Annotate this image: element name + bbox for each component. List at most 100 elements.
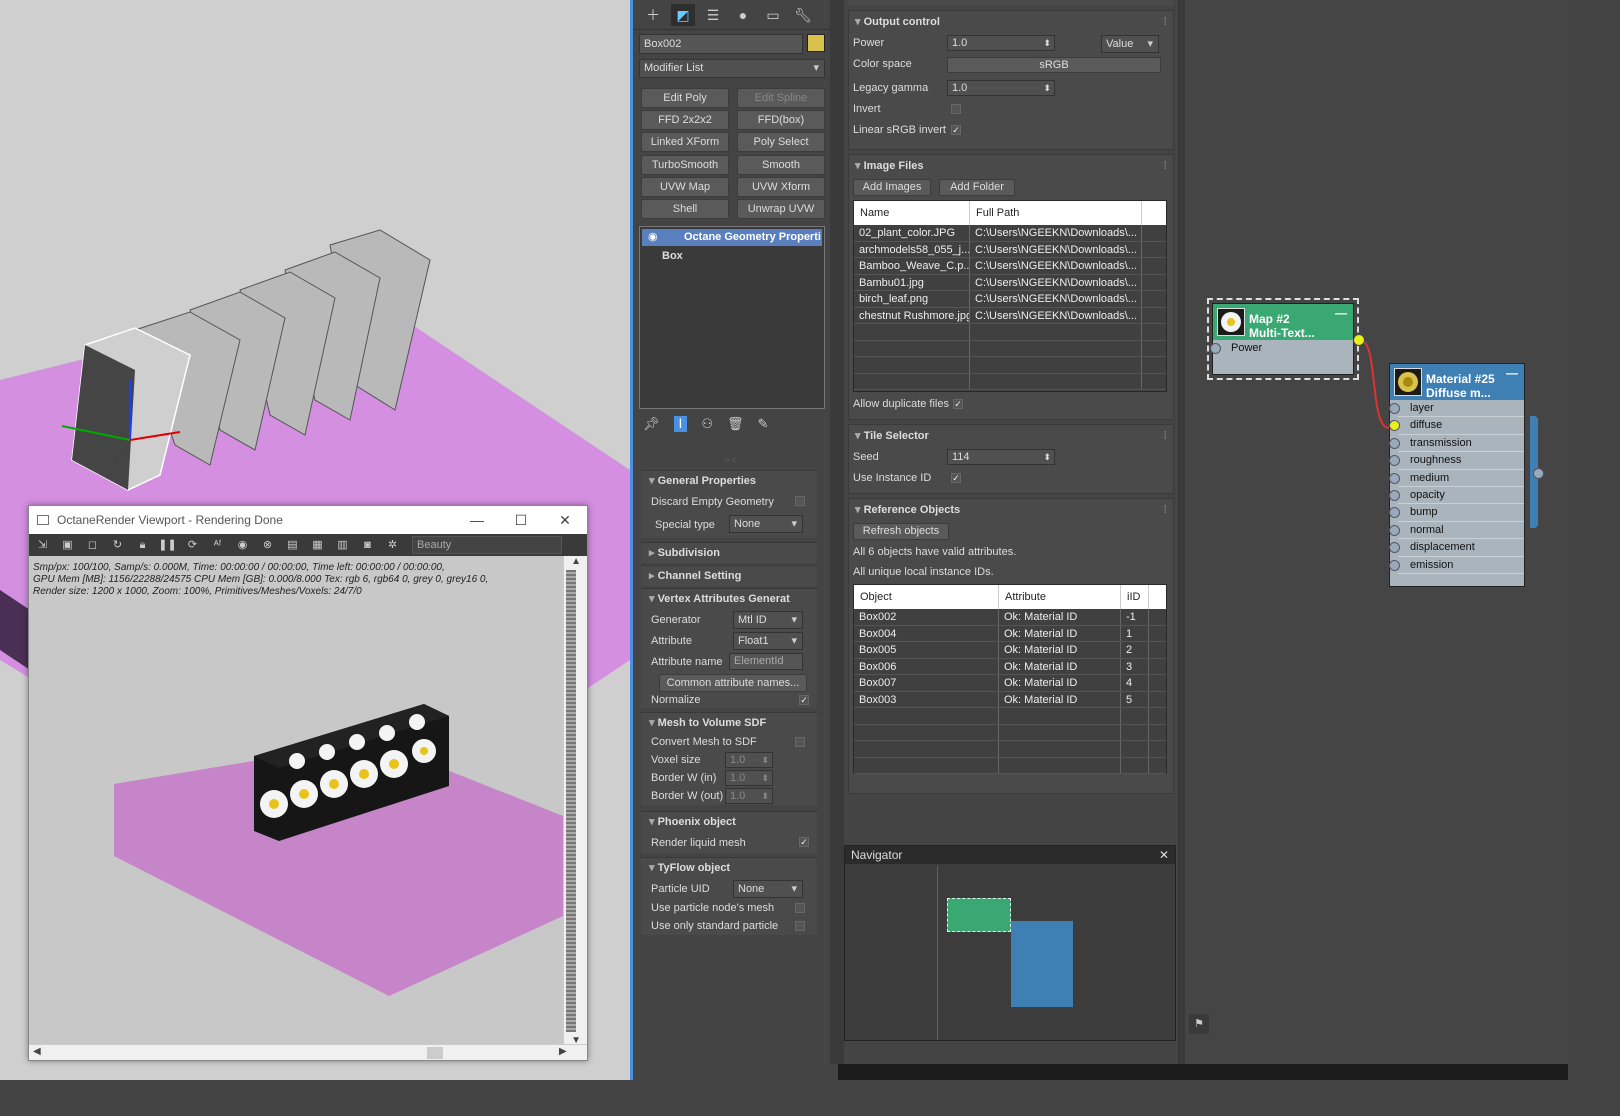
image-files-table[interactable]: Name Full Path 02_plant_color.JPG C:\User… [853,200,1167,392]
legacy-gamma-spinner[interactable]: 1.0 [947,80,1055,96]
border-in-spinner[interactable]: 1.0 [725,770,773,786]
section-header[interactable]: Reference Objects⁞ [849,499,1173,521]
region-icon[interactable]: ◻ [83,537,102,553]
object-color-swatch[interactable] [807,34,825,52]
pan-tool-icon[interactable]: ⚑ [1189,1014,1209,1034]
minimize-button[interactable]: — [455,512,499,529]
color-icon[interactable]: ◉ [233,537,252,553]
modifier-button[interactable]: Unwrap UVW [737,199,825,219]
use-standard-checkbox[interactable] [795,921,805,931]
column-header-attribute[interactable]: Attribute [999,585,1121,609]
section-header[interactable]: Tile Selector⁞ [849,425,1173,447]
attribute-name-field[interactable]: ElementId [729,653,803,670]
octane-render-window[interactable]: OctaneRender Viewport - Rendering Done —… [28,505,588,1061]
invert-checkbox[interactable] [951,104,961,114]
modifier-button[interactable]: UVW Xform [737,176,825,197]
modify-tab-icon[interactable]: ◩ [671,3,695,26]
eye-icon[interactable]: ◉ [648,230,658,243]
modifier-button[interactable]: Edit Spline [737,88,825,108]
rollout-header[interactable]: Phoenix object [641,812,817,832]
particle-uid-dropdown[interactable]: None [733,880,803,898]
modifier-button[interactable]: Smooth [737,154,825,175]
rollout-header[interactable]: Vertex Attributes Generat [641,589,817,609]
scroll-up-icon[interactable]: ▲ [571,556,581,567]
table-row[interactable]: Box005 Ok: Material ID 2 [854,642,1166,659]
column-header-object[interactable]: Object [854,585,999,609]
film-icon[interactable]: ▦ [308,537,327,553]
export-icon[interactable]: ⇲ [33,537,52,553]
motion-tab-icon[interactable]: ● [731,4,755,26]
input-slot[interactable]: opacity [1389,487,1524,505]
table-row[interactable] [854,357,1166,374]
column-header-path[interactable]: Full Path [970,201,1142,225]
table-row[interactable]: Box007 Ok: Material ID 4 [854,675,1166,692]
input-slot[interactable]: normal [1389,522,1524,540]
close-icon[interactable]: ✕ [1159,846,1169,864]
table-row[interactable] [854,373,1166,390]
output-socket[interactable] [1353,334,1365,346]
configure-icon[interactable]: ✎ [758,416,769,432]
navigator-panel[interactable]: Navigator ✕ [844,845,1176,1041]
stack-item-octane[interactable]: Octane Geometry Properti [642,229,822,246]
section-header[interactable]: Output control⁞ [849,11,1173,33]
rollout-header[interactable]: General Properties [641,471,817,491]
table-row[interactable]: Box004 Ok: Material ID 1 [854,625,1166,642]
refresh-objects-button[interactable]: Refresh objects [853,523,949,540]
common-attribute-names-button[interactable]: Common attribute names... [659,674,807,692]
table-row[interactable]: chestnut Rushmore.jpg C:\Users\NGEEKN\Dow… [854,307,1166,324]
collapse-icon[interactable]: — [1506,366,1518,380]
navigator-map-node[interactable] [947,898,1011,932]
table-row[interactable] [854,708,1166,725]
map-node[interactable]: Map #2 Multi-Text... — Power [1207,298,1365,380]
material-node[interactable]: Material #25 Diffuse m... — layer diffuse… [1389,363,1544,587]
scroll-left-icon[interactable]: ◀ [33,1046,41,1057]
modifier-button[interactable]: Edit Poly [641,88,729,108]
table-row[interactable]: archmodels58_055_j... C:\Users\NGEEKN\Dow… [854,241,1166,258]
input-slot[interactable]: diffuse [1389,417,1524,435]
power-spinner[interactable]: 1.0 [947,35,1055,51]
output-socket[interactable] [1533,468,1544,479]
seed-spinner[interactable]: 114 [947,449,1055,465]
input-slot[interactable]: displacement [1389,539,1524,557]
input-slot[interactable]: Power [1210,340,1353,357]
power-mode-dropdown[interactable]: Value [1101,35,1159,53]
hierarchy-tab-icon[interactable]: ☰ [701,4,725,26]
collapse-icon[interactable]: — [1335,306,1347,320]
table-row[interactable] [854,724,1166,741]
table-row[interactable]: birch_leaf.png C:\Users\NGEEKN\Downloads\… [854,291,1166,308]
object-name-field[interactable]: Box002 [639,34,803,54]
render-liquid-checkbox[interactable]: ✓ [799,837,809,847]
table-row[interactable]: Box003 Ok: Material ID 5 [854,691,1166,708]
navigator-material-node[interactable] [1011,921,1073,1007]
table-row[interactable]: Box006 Ok: Material ID 3 [854,658,1166,675]
horizontal-scrollbar[interactable]: ◀ ▶ [29,1044,587,1060]
special-type-dropdown[interactable]: None [729,515,803,533]
modifier-button[interactable]: FFD(box) [737,110,825,131]
linear-srgb-checkbox[interactable]: ✓ [951,125,961,135]
table-row[interactable]: 02_plant_color.JPG C:\Users\NGEEKN\Downlo… [854,225,1166,242]
panel-grip[interactable]: ⁘⁘ [723,455,738,466]
discard-empty-checkbox[interactable] [795,496,805,506]
create-tab-icon[interactable]: ＋ [641,4,665,26]
convert-checkbox[interactable] [795,737,805,747]
table-row[interactable]: Bamboo_Weave_C.p... C:\Users\NGEEKN\Downl… [854,258,1166,275]
table-row[interactable] [854,757,1166,774]
display-tab-icon[interactable]: ▭ [761,4,785,26]
table-row[interactable] [854,741,1166,758]
show-end-result-icon[interactable]: Ⅰ [673,416,688,432]
render-window-titlebar[interactable]: OctaneRender Viewport - Rendering Done —… [29,506,587,534]
table-row[interactable] [854,340,1166,357]
node-editor-canvas[interactable]: Map #2 Multi-Text... — Power Material #2… [1178,0,1568,1064]
make-unique-icon[interactable]: ⚇ [701,416,713,432]
allow-duplicates-checkbox[interactable]: ✓ [953,399,963,409]
modifier-button[interactable]: Shell [641,199,729,219]
voxel-size-spinner[interactable]: 1.0 [725,752,773,768]
modifier-button[interactable]: Linked XForm [641,132,729,153]
rollout-header[interactable]: Mesh to Volume SDF [641,713,817,733]
delete-icon[interactable]: 🗑︎ [727,416,744,432]
map-node-header[interactable]: Map #2 Multi-Text... — [1213,304,1353,340]
render-region-icon[interactable]: ▥ [333,537,352,553]
vertical-scrollbar[interactable]: ▲ ▼ [563,556,587,1046]
restart-icon[interactable]: ↻ [108,537,127,553]
pin-stack-icon[interactable]: 📌︎ [643,416,660,432]
